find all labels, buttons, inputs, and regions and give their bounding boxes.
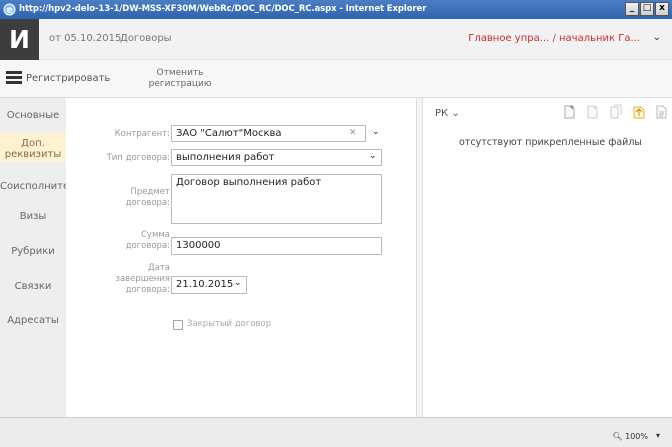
zoom-level[interactable]: 🔍︎ 100%	[612, 432, 648, 441]
tab-coexecutors[interactable]: Соисполнители	[0, 181, 82, 192]
copy-file-icon[interactable]	[609, 104, 623, 120]
hamburger-menu-icon[interactable]	[6, 71, 22, 85]
contract-type-label: Тип договора:	[106, 153, 170, 163]
chevron-down-icon[interactable]: ⌄	[234, 278, 242, 288]
rk-dropdown[interactable]: РК ⌄	[435, 108, 460, 119]
minimize-button[interactable]: _	[625, 2, 639, 16]
chevron-down-icon[interactable]: ⌄	[653, 32, 661, 43]
end-date-label: Дата завершения договора:	[115, 263, 170, 295]
tab-main[interactable]: Основные	[0, 110, 66, 121]
browser-title-bar: e http://hpv2-delo-13-1/DW-MSS-XF30M/Web…	[0, 0, 672, 19]
closed-contract-checkbox[interactable]	[173, 320, 183, 330]
contractor-field[interactable]: ЗАО "Салют"Москва	[171, 125, 366, 142]
app-header: И от 05.10.2015 Договоры Главное упра...…	[0, 19, 672, 60]
sum-label: Сумма договора:	[125, 230, 170, 251]
tab-extra-attributes[interactable]: Доп. реквизиты	[0, 133, 66, 162]
tab-visas[interactable]: Визы	[0, 211, 66, 222]
closed-contract-label: Закрытый договор	[187, 319, 272, 329]
browser-title: http://hpv2-delo-13-1/DW-MSS-XF30M/WebRc…	[19, 4, 427, 14]
section-tabs: Основные Доп. реквизиты Соисполнители Ви…	[0, 98, 82, 417]
chevron-down-icon[interactable]: ⌄	[372, 127, 380, 137]
file-properties-icon[interactable]	[655, 104, 669, 120]
register-button[interactable]: Регистрировать	[26, 60, 110, 98]
attached-files-panel: РК ⌄ отсутствуют прикрепленные файлы	[416, 98, 672, 417]
delete-file-icon[interactable]	[586, 104, 600, 120]
panel-splitter[interactable]	[417, 98, 423, 417]
toolbar: Регистрировать Отменить регистрацию	[0, 60, 672, 98]
svg-text:e: e	[6, 5, 13, 16]
subject-textarea[interactable]: Договор выполнения работ	[171, 174, 382, 224]
document-type: Договоры	[120, 33, 172, 44]
subject-label: Предмет договора:	[125, 187, 170, 208]
internet-explorer-icon: e	[3, 3, 16, 16]
sum-input[interactable]: 1300000	[171, 237, 382, 255]
clear-icon[interactable]: ✕	[349, 128, 357, 138]
restore-button[interactable]: □	[640, 2, 654, 16]
cancel-registration-button[interactable]: Отменить регистрацию	[132, 68, 228, 90]
close-button[interactable]: x	[655, 2, 669, 16]
app-logo[interactable]: И	[0, 19, 39, 60]
tab-addressees[interactable]: Адресаты	[0, 315, 66, 326]
tab-rubrics[interactable]: Рубрики	[0, 246, 66, 257]
zoom-icon: 🔍︎	[612, 432, 623, 441]
tab-links[interactable]: Связки	[0, 281, 66, 292]
form-area: Контрагент: ЗАО "Салют"Москва ✕ ⌄ Тип до…	[66, 98, 416, 417]
contract-type-select[interactable]: выполнения работ	[171, 149, 382, 166]
rk-label: РК	[435, 108, 449, 119]
chevron-down-icon[interactable]: ⌄	[369, 151, 377, 161]
browser-status-bar: 🔍︎ 100% ▾	[0, 417, 672, 447]
chevron-down-icon[interactable]: ▾	[656, 431, 660, 440]
document-date: от 05.10.2015	[49, 33, 122, 44]
contractor-label: Контрагент:	[114, 129, 170, 139]
user-info[interactable]: Главное упра... / начальник Га...	[468, 33, 640, 44]
upload-file-icon[interactable]	[632, 104, 646, 120]
zoom-value: 100%	[625, 432, 648, 441]
empty-files-message: отсутствуют прикрепленные файлы	[459, 137, 642, 148]
add-file-icon[interactable]	[563, 104, 577, 120]
